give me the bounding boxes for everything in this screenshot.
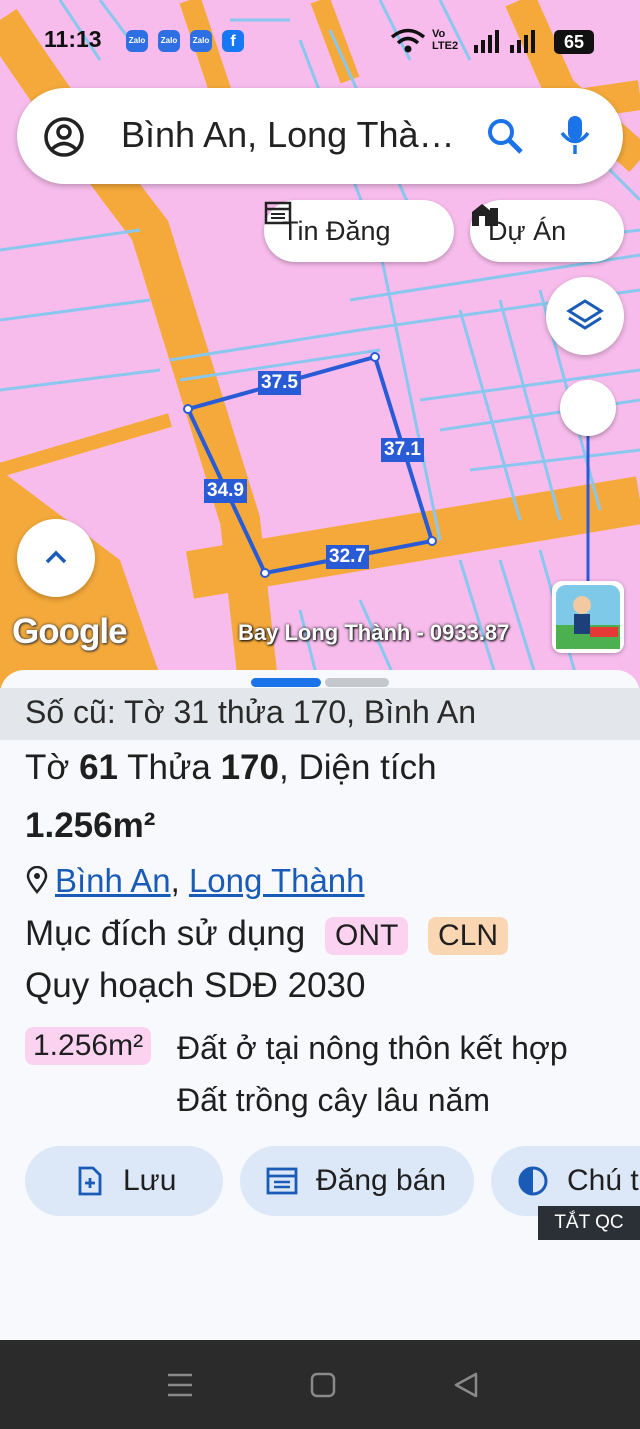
map-view[interactable]: 37.5 37.1 34.9 32.7 11:13 Zalo Zalo Zalo… <box>0 0 640 690</box>
hide-ads-button[interactable]: TẮT QC <box>538 1206 640 1240</box>
save-label: Lưu <box>123 1164 177 1197</box>
zalo-icon: Zalo <box>158 30 180 52</box>
parcel-area: 1.256m² <box>25 806 156 845</box>
post-for-sale-button[interactable]: Đăng bán <box>240 1146 474 1216</box>
location-row: Bình An, Long Thành <box>25 862 365 900</box>
network-label: Vo LTE2 <box>432 28 459 52</box>
purpose-label: Mục đích sử dụng <box>25 914 306 953</box>
clock: 11:13 <box>44 26 102 52</box>
google-logo: Google <box>12 612 128 651</box>
purpose-badge-cln[interactable]: CLN <box>428 917 509 955</box>
mic-icon[interactable] <box>557 114 593 158</box>
edge-label-bottom: 32.7 <box>326 545 369 569</box>
purpose-badge-ont[interactable]: ONT <box>324 917 409 955</box>
layers-button[interactable] <box>546 277 624 355</box>
plan-use-2: Đất trồng cây lâu năm <box>177 1082 491 1118</box>
back-icon[interactable] <box>453 1372 479 1398</box>
add-file-icon <box>78 1166 102 1196</box>
area-label: , Diện tích <box>279 748 437 787</box>
listings-label: Tin Đăng <box>282 215 391 246</box>
purpose-row: Mục đích sử dụng ONT CLN <box>25 914 509 955</box>
search-query[interactable]: Bình An, Long Thà… <box>121 114 455 156</box>
chevron-up-icon <box>45 550 67 564</box>
plan-title: Quy hoạch SDĐ 2030 <box>25 966 366 1005</box>
advertiser-logo-icon <box>556 585 620 649</box>
home-icon[interactable] <box>310 1372 336 1398</box>
watermark-text: Bay Long Thành - 0933.87 <box>238 620 510 645</box>
building-icon <box>472 204 498 226</box>
save-button[interactable]: Lưu <box>25 1146 223 1216</box>
edge-label-right: 37.1 <box>381 438 424 462</box>
edge-label-top: 37.5 <box>258 371 301 395</box>
zalo-icon: Zalo <box>126 30 148 52</box>
plan-area-badge: 1.256m² <box>25 1027 152 1065</box>
layers-icon <box>566 299 604 330</box>
account-circle-icon[interactable] <box>43 116 85 158</box>
search-icon[interactable] <box>485 116 525 156</box>
projects-chip[interactable]: Dự Án <box>470 200 624 262</box>
plot-number: 170 <box>220 748 279 787</box>
district-link[interactable]: Long Thành <box>189 862 365 899</box>
zalo-icon: Zalo <box>190 30 212 52</box>
sheet-label: Tờ <box>25 748 70 787</box>
contrast-icon <box>518 1166 548 1196</box>
system-nav-bar <box>0 1340 640 1429</box>
expand-button[interactable] <box>17 519 95 597</box>
old-reference-row: Số cũ: Tờ 31 thửa 170, Bình An <box>0 688 640 740</box>
status-bar: 11:13 Zalo Zalo Zalo f Vo LTE2 65 <box>0 0 640 80</box>
search-bar[interactable]: Bình An, Long Thà… <box>17 88 623 184</box>
plan-use-1: Đất ở tại nông thôn kết hợp <box>177 1030 568 1066</box>
wifi-icon <box>390 28 426 53</box>
sheet-handle-inactive[interactable] <box>325 678 389 687</box>
listing-icon <box>266 1167 298 1195</box>
plot-label: Thửa <box>127 748 211 787</box>
advertiser-avatar[interactable] <box>552 581 624 653</box>
listings-chip[interactable]: Tin Đăng <box>264 200 454 262</box>
signal-icon <box>474 30 535 53</box>
parcel-title: Tờ 61 Thửa 170, Diện tích <box>25 748 437 788</box>
old-reference-text: Số cũ: Tờ 31 thửa 170, Bình An <box>25 694 476 730</box>
listings-icon <box>264 201 292 225</box>
facebook-icon: f <box>222 30 244 52</box>
sheet-handle-active[interactable] <box>251 678 321 687</box>
battery-level: 65 <box>564 32 585 52</box>
location-separator: , <box>170 862 180 899</box>
edge-label-left: 34.9 <box>204 479 247 503</box>
ward-link[interactable]: Bình An <box>55 862 171 899</box>
battery-icon: 65 <box>554 30 594 54</box>
note-label: Chú t <box>567 1164 639 1197</box>
location-pin-icon <box>26 865 48 894</box>
recent-apps-icon[interactable] <box>166 1372 194 1398</box>
post-label: Đăng bán <box>316 1164 447 1197</box>
opacity-slider-thumb[interactable] <box>560 380 616 436</box>
sheet-number: 61 <box>79 748 119 787</box>
